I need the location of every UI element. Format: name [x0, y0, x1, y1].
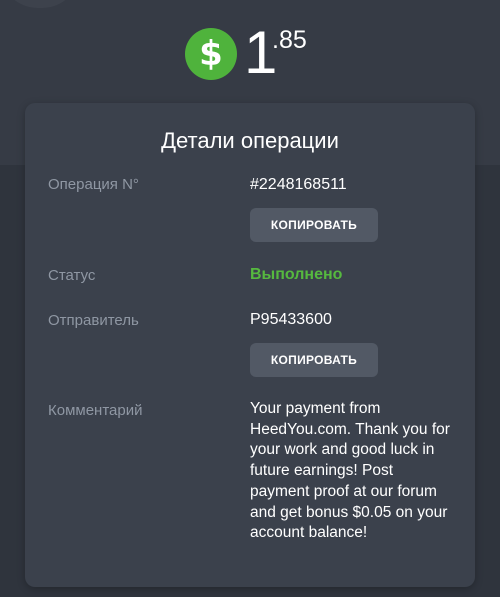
- amount-header: $ 1 .85: [0, 19, 500, 89]
- sender-label: Отправитель: [48, 312, 139, 329]
- sender-value: P95433600: [250, 311, 332, 328]
- copy-sender-button[interactable]: КОПИРОВАТЬ: [250, 343, 378, 377]
- status-value: Выполнено: [250, 266, 343, 283]
- currency-symbol: $: [199, 34, 223, 74]
- comment-label: Комментарий: [48, 402, 143, 419]
- operation-details-card: Детали операции Операция N° #2248168511 …: [25, 103, 475, 587]
- operation-label: Операция N°: [48, 176, 139, 193]
- copy-operation-button[interactable]: КОПИРОВАТЬ: [250, 208, 378, 242]
- status-label: Статус: [48, 267, 96, 284]
- comment-value: Your payment from HeedYou.com. Thank you…: [250, 400, 450, 542]
- card-title: Детали операции: [161, 128, 339, 153]
- operation-number: #2248168511: [250, 176, 347, 193]
- dollar-icon: $: [185, 28, 237, 80]
- amount-fraction: .85: [272, 26, 307, 54]
